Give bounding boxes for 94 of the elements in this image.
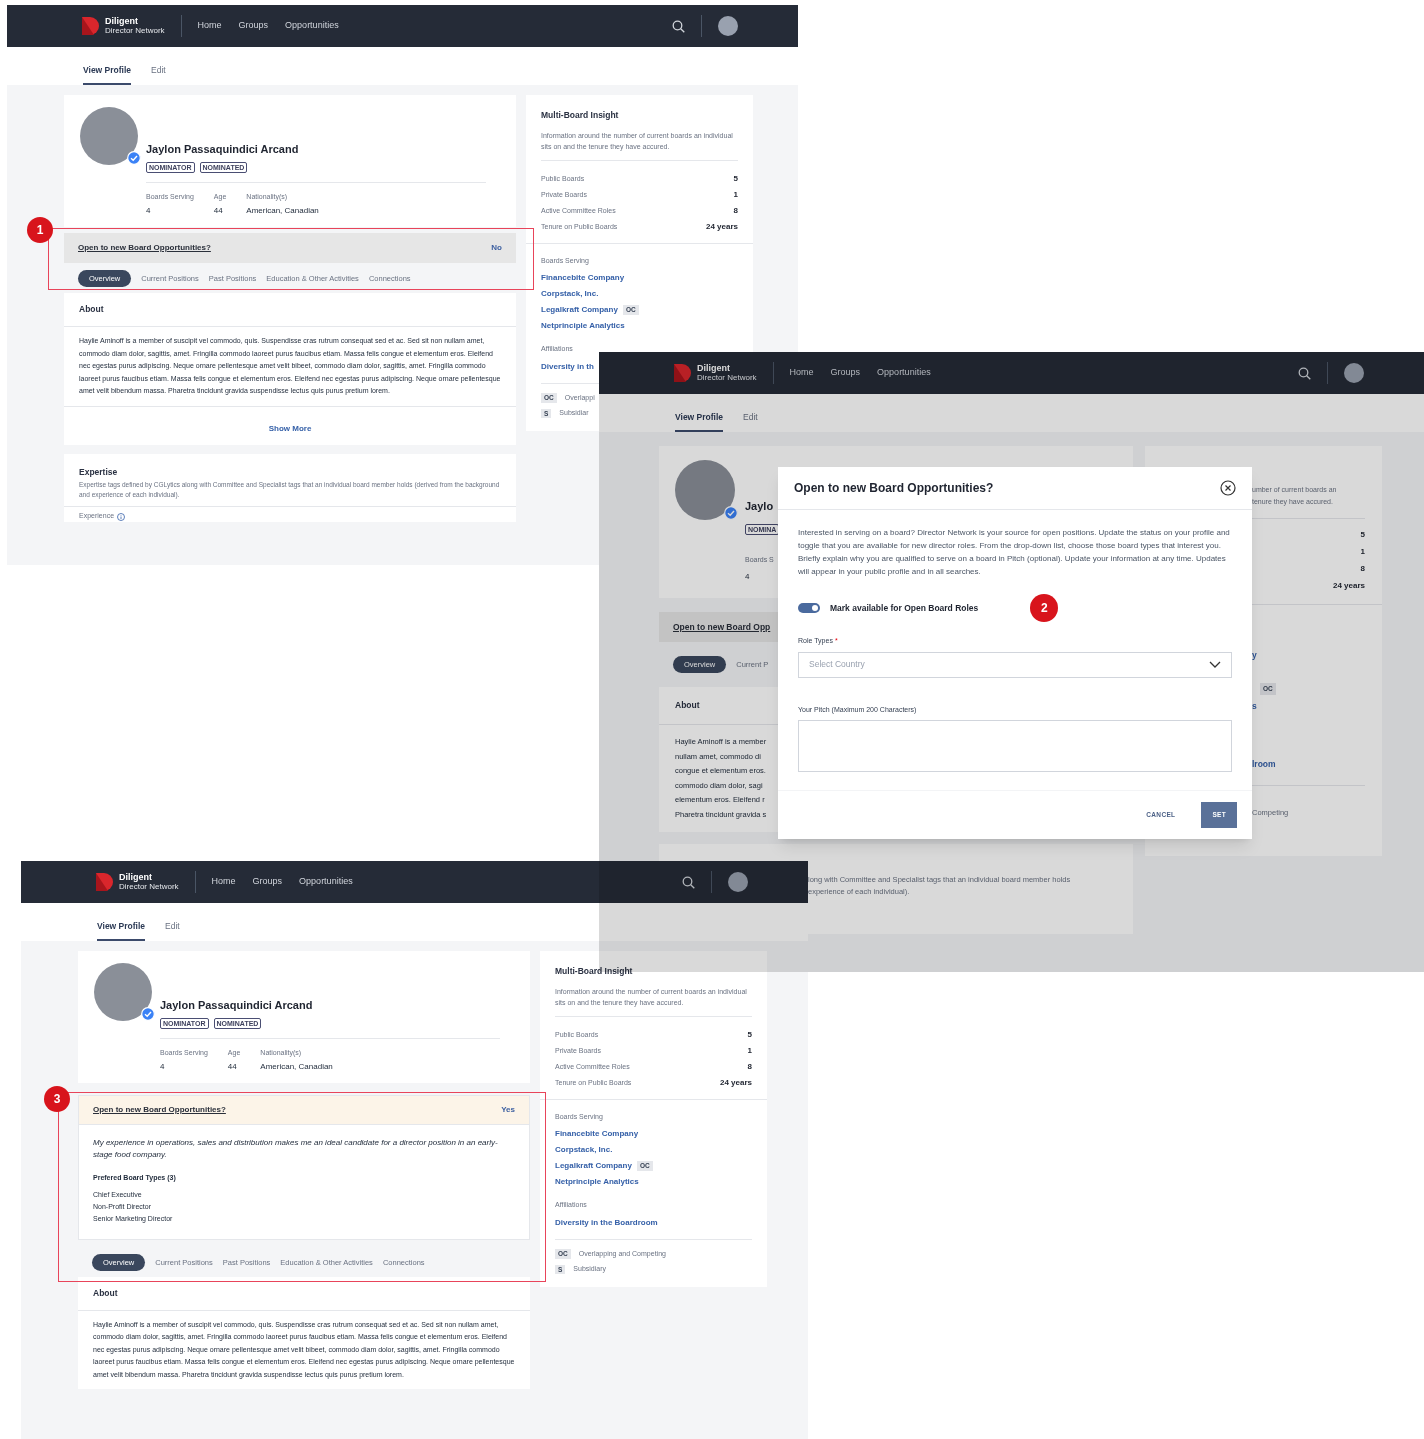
insight-title: Multi-Board Insight: [555, 965, 634, 978]
opportunity-answer: Yes: [501, 1104, 515, 1116]
page-tab[interactable]: View Profile: [83, 64, 132, 85]
brand-subtitle: Director Network: [697, 373, 757, 382]
user-avatar[interactable]: [728, 872, 748, 892]
opportunity-question-link[interactable]: Open to new Board Opp: [673, 620, 771, 634]
about-title: About: [64, 293, 516, 327]
affiliation-link[interactable]: Diversity in the Boardroom: [555, 1216, 752, 1229]
profile-name: Jaylon Passaquindici Arcand: [146, 142, 299, 157]
nav-link[interactable]: Home: [211, 875, 236, 889]
brand-subtitle: Director Network: [119, 882, 179, 891]
stat-value: 4: [146, 205, 152, 217]
user-avatar[interactable]: [718, 16, 738, 36]
logo-icon: [82, 17, 100, 35]
opportunity-answer: No: [491, 242, 502, 254]
insight-title: Multi-Board Insight: [541, 109, 620, 122]
modal-title: Open to new Board Opportunities?: [794, 480, 994, 497]
metric-value: 5: [1360, 529, 1365, 541]
close-icon[interactable]: [1220, 480, 1236, 496]
board-link[interactable]: Netprinciple Analytics: [555, 1176, 639, 1189]
logo-icon: [674, 364, 692, 382]
nav-link[interactable]: Groups: [238, 19, 269, 33]
board-link[interactable]: Financebite Company: [541, 272, 625, 285]
nav-link[interactable]: Opportunities: [877, 366, 931, 380]
search-icon[interactable]: [682, 875, 695, 889]
opportunity-question-link[interactable]: Open to new Board Opportunities?: [78, 242, 211, 254]
metric-value: 8: [1360, 563, 1365, 575]
nav-link[interactable]: Opportunities: [299, 875, 353, 889]
page-tab[interactable]: Edit: [165, 920, 180, 941]
page-tab[interactable]: View Profile: [97, 920, 146, 941]
stat-value: 44: [227, 1061, 238, 1073]
nav-link[interactable]: Groups: [830, 366, 861, 380]
logo-icon: [96, 873, 114, 891]
board-link[interactable]: y: [1252, 649, 1382, 661]
metric-value: 8: [747, 1060, 752, 1073]
chevron-down-icon: [1209, 661, 1221, 668]
step-number: 3: [44, 1086, 70, 1112]
brand-name: Diligent: [105, 17, 139, 26]
step-number: 2: [1030, 594, 1059, 622]
metric-value: 24 years: [705, 220, 738, 233]
info-icon: [117, 512, 126, 521]
search-icon[interactable]: [1298, 366, 1311, 380]
board-link[interactable]: Legalkraft Company: [555, 1160, 632, 1173]
stat-value: American, Canadian: [260, 1061, 333, 1073]
nav-link[interactable]: Groups: [252, 875, 283, 889]
metric-value: 1: [733, 188, 738, 201]
search-icon[interactable]: [672, 19, 685, 33]
board-link[interactable]: Financebite Company: [555, 1128, 639, 1141]
user-avatar[interactable]: [1344, 363, 1364, 383]
stat-value: American, Canadian: [246, 205, 319, 217]
board-link[interactable]: Netprinciple Analytics: [541, 320, 625, 333]
board-link[interactable]: s: [1252, 700, 1382, 712]
metric-value: 1: [1360, 546, 1365, 558]
availability-toggle[interactable]: [798, 603, 820, 613]
toggle-label: Mark available for Open Board Roles: [830, 601, 979, 615]
step-number: 1: [27, 217, 53, 243]
metric-value: 8: [733, 204, 738, 217]
profile-name: Jaylo: [745, 499, 775, 514]
expertise-title: Expertise: [79, 465, 119, 479]
page-tab[interactable]: View Profile: [675, 411, 724, 432]
show-more-link[interactable]: Show More: [268, 423, 312, 433]
nav-link[interactable]: Home: [197, 19, 222, 33]
stat-value: 4: [160, 1061, 166, 1073]
metric-value: 1: [747, 1044, 752, 1057]
brand-subtitle: Director Network: [105, 26, 165, 35]
affiliation-link[interactable]: lroom: [1252, 758, 1365, 771]
avatar-photo-placeholder: [80, 107, 138, 165]
metric-value: 24 years: [1332, 580, 1365, 592]
page-tab[interactable]: Edit: [743, 411, 758, 432]
board-link[interactable]: Corpstack, Inc.: [555, 1144, 613, 1157]
opportunity-question-link[interactable]: Open to new Board Opportunities?: [93, 1104, 226, 1116]
pitch-input[interactable]: [798, 720, 1232, 772]
pitch-text: My experience in operations, sales and distribution makes me an ideal candidate for a director position in an early-stage food company.: [93, 1137, 499, 1161]
modal-description: Interested in serving on a board? Director Network is your source for open positions. Update the status on your profile and toggle that you are available for new director roles. From the drop-down list, choose those board types that interest you. Briefly explain why you are qualified to serve on a board in Pitch (optional). Update your information at any time. Updates will appear in your public profile and in all searches.: [798, 527, 1231, 578]
nav-link[interactable]: Home: [789, 366, 814, 380]
stat-value: 4: [745, 571, 750, 583]
avatar-photo-placeholder: [675, 460, 735, 520]
nav-link[interactable]: Opportunities: [285, 19, 339, 33]
metric-value: 24 years: [719, 1076, 752, 1089]
select-placeholder: Select Country: [809, 658, 865, 671]
stat-value: 44: [213, 205, 224, 217]
about-title: About: [78, 1276, 530, 1311]
avatar-photo-placeholder: [94, 963, 152, 1021]
metric-value: 5: [747, 1028, 752, 1041]
brand-name: Diligent: [697, 364, 731, 373]
board-link[interactable]: Corpstack, Inc.: [541, 288, 599, 301]
board-link[interactable]: Legalkraft Company: [541, 304, 618, 317]
verified-check-icon: [141, 1007, 155, 1021]
verified-check-icon: [127, 151, 141, 165]
brand-name: Diligent: [119, 873, 153, 882]
page-tab[interactable]: Edit: [151, 64, 166, 85]
profile-name: Jaylon Passaquindici Arcand: [160, 998, 313, 1013]
verified-check-icon: [724, 506, 738, 520]
metric-value: 5: [733, 172, 738, 185]
